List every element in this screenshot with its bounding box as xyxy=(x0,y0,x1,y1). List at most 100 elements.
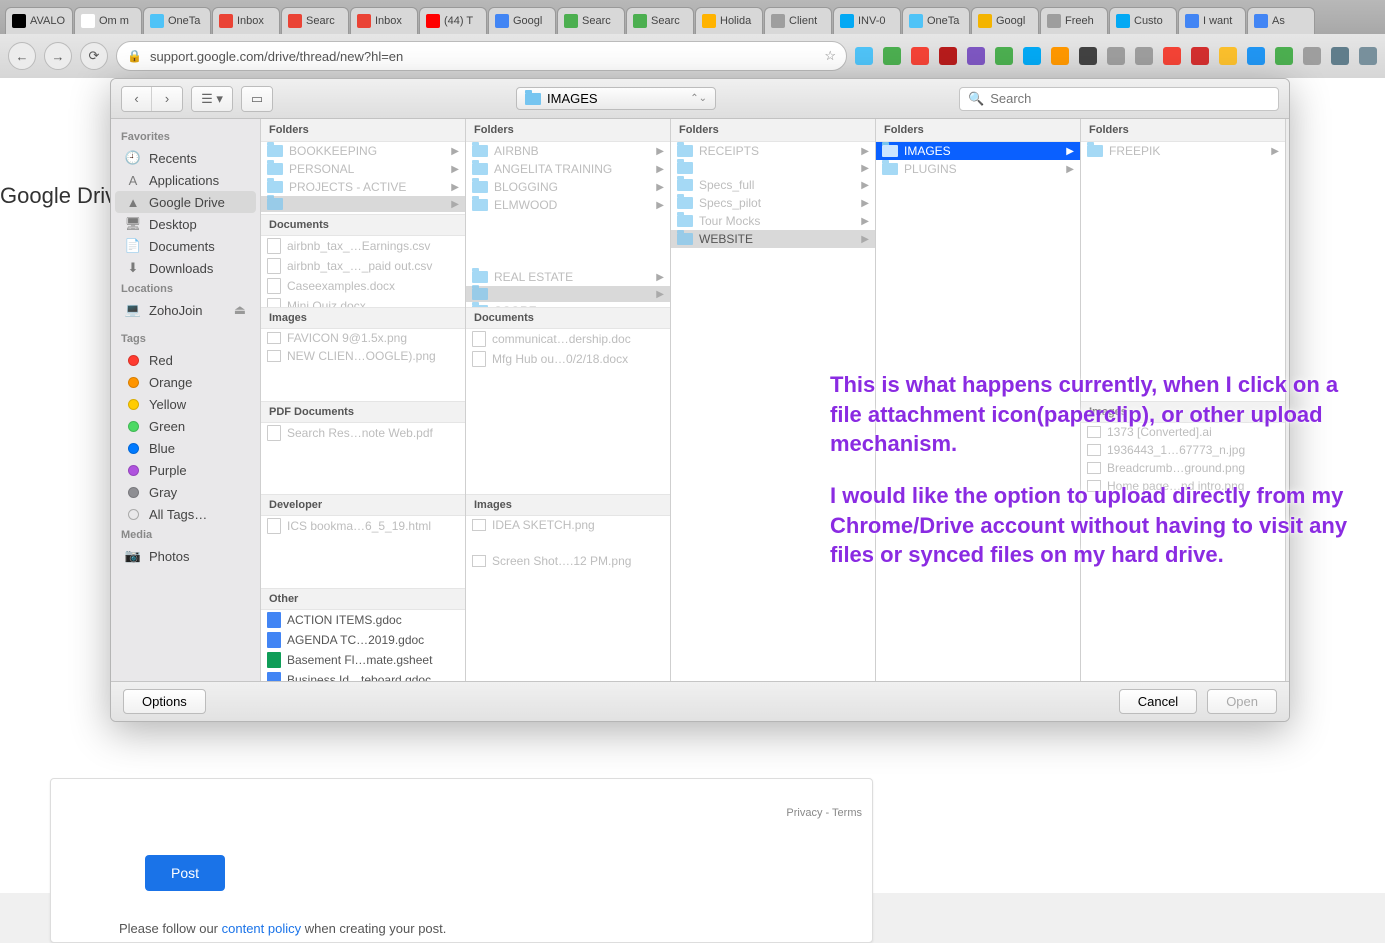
extension-icon[interactable] xyxy=(1275,47,1293,65)
sidebar-item[interactable]: All Tags… xyxy=(115,503,256,525)
list-item[interactable]: airbnb_tax_…Earnings.csv xyxy=(261,236,465,256)
list-item[interactable]: Tour Mocks▶ xyxy=(671,212,875,230)
content-policy-link[interactable]: content policy xyxy=(222,921,302,936)
privacy-terms[interactable]: Privacy - Terms xyxy=(786,807,862,819)
list-item[interactable]: PROJECTS - ACTIVE▶ xyxy=(261,178,465,196)
extension-icon[interactable] xyxy=(967,47,985,65)
browser-tab[interactable]: AVALO xyxy=(5,7,73,34)
search-field[interactable]: 🔍 xyxy=(959,87,1279,111)
list-item[interactable]: Specs_pilot▶ xyxy=(671,194,875,212)
browser-tab[interactable]: Inbox xyxy=(350,7,418,34)
sidebar-item[interactable]: ⬇Downloads xyxy=(115,257,256,279)
list-item[interactable]: Mfg Hub ou…0/2/18.docx xyxy=(466,349,670,369)
sidebar-item[interactable]: Yellow xyxy=(115,393,256,415)
list-item[interactable]: IMAGES▶ xyxy=(876,142,1080,160)
options-button[interactable]: Options xyxy=(123,689,206,714)
browser-tab[interactable]: Holida xyxy=(695,7,763,34)
sidebar-item[interactable]: Orange xyxy=(115,371,256,393)
star-icon[interactable]: ☆ xyxy=(824,48,836,64)
list-item[interactable]: FREEPIK▶ xyxy=(1081,142,1285,160)
extension-icon[interactable] xyxy=(883,47,901,65)
browser-tab[interactable]: Client xyxy=(764,7,832,34)
list-item[interactable]: ▶ xyxy=(261,196,465,212)
extension-icon[interactable] xyxy=(1107,47,1125,65)
browser-tab[interactable]: As xyxy=(1247,7,1315,34)
list-item[interactable]: ANGELITA TRAINING▶ xyxy=(466,160,670,178)
sidebar-item[interactable]: Red xyxy=(115,349,256,371)
url-field[interactable]: 🔒 support.google.com/drive/thread/new?hl… xyxy=(116,41,847,71)
browser-tab[interactable]: Custo xyxy=(1109,7,1177,34)
sidebar-item[interactable]: 📷Photos xyxy=(115,545,256,567)
cancel-button[interactable]: Cancel xyxy=(1119,689,1197,714)
browser-tab[interactable]: OneTa xyxy=(143,7,211,34)
sidebar-item[interactable]: 🕘Recents xyxy=(115,147,256,169)
browser-tab[interactable]: Om m xyxy=(74,7,142,34)
sidebar-item[interactable]: 💻ZohoJoin⏏ xyxy=(115,299,256,321)
list-item[interactable]: Specs_full▶ xyxy=(671,176,875,194)
browser-tab[interactable]: Searc xyxy=(281,7,349,34)
sidebar-item[interactable]: AApplications xyxy=(115,169,256,191)
sidebar-item[interactable]: Gray xyxy=(115,481,256,503)
group-by-button[interactable]: ▭ xyxy=(242,87,272,111)
extension-icon[interactable] xyxy=(1219,47,1237,65)
list-item[interactable]: AGENDA TC…2019.gdoc xyxy=(261,630,465,650)
browser-tab[interactable]: Googl xyxy=(971,7,1039,34)
sidebar-item[interactable]: 📄Documents xyxy=(115,235,256,257)
list-item[interactable]: SCORE▶ xyxy=(466,302,670,307)
list-item[interactable]: BOOKKEEPING▶ xyxy=(261,142,465,160)
list-item[interactable]: Screen Shot….12 PM.png xyxy=(466,552,670,570)
list-item[interactable]: Caseexamples.docx xyxy=(261,276,465,296)
extension-icon[interactable] xyxy=(855,47,873,65)
sidebar-item[interactable]: Blue xyxy=(115,437,256,459)
reload-button[interactable]: ⟳ xyxy=(80,42,108,70)
sidebar-item[interactable]: Green xyxy=(115,415,256,437)
list-item[interactable]: airbnb_tax_…_paid out.csv xyxy=(261,256,465,276)
extension-icon[interactable] xyxy=(1191,47,1209,65)
list-item[interactable]: ELMWOOD▶ xyxy=(466,196,670,214)
extension-icon[interactable] xyxy=(1079,47,1097,65)
forward-button[interactable]: › xyxy=(152,87,182,111)
browser-tab[interactable]: Searc xyxy=(626,7,694,34)
browser-tab[interactable]: Inbox xyxy=(212,7,280,34)
eject-icon[interactable]: ⏏ xyxy=(234,302,246,318)
sidebar-item[interactable]: Purple xyxy=(115,459,256,481)
list-item[interactable]: RECEIPTS▶ xyxy=(671,142,875,160)
list-item[interactable]: PLUGINS▶ xyxy=(876,160,1080,178)
extension-icon[interactable] xyxy=(1023,47,1041,65)
list-item[interactable]: ACTION ITEMS.gdoc xyxy=(261,610,465,630)
list-item[interactable]: ▶ xyxy=(671,160,875,176)
list-item[interactable]: Search Res…note Web.pdf xyxy=(261,423,465,443)
extension-icon[interactable] xyxy=(1303,47,1321,65)
browser-tab[interactable]: Freeh xyxy=(1040,7,1108,34)
extension-icon[interactable] xyxy=(1247,47,1265,65)
browser-tab[interactable]: OneTa xyxy=(902,7,970,34)
list-item[interactable]: REAL ESTATE▶ xyxy=(466,268,670,286)
browser-tab[interactable]: I want xyxy=(1178,7,1246,34)
post-button[interactable]: Post xyxy=(145,855,225,891)
browser-tab[interactable]: INV-0 xyxy=(833,7,901,34)
view-columns-button[interactable]: ☰ ▾ xyxy=(192,87,232,111)
browser-tab[interactable]: Googl xyxy=(488,7,556,34)
sidebar-item[interactable]: 🖥Desktop xyxy=(115,213,256,235)
list-item[interactable]: communicat…dership.doc xyxy=(466,329,670,349)
extension-icon[interactable] xyxy=(1331,47,1349,65)
list-item[interactable]: ▶ xyxy=(466,286,670,302)
extension-icon[interactable] xyxy=(1163,47,1181,65)
list-item[interactable]: WEBSITE▶ xyxy=(671,230,875,248)
extension-icon[interactable] xyxy=(911,47,929,65)
list-item[interactable]: Business Id…teboard.gdoc xyxy=(261,670,465,682)
list-item[interactable]: IDEA SKETCH.png xyxy=(466,516,670,534)
extension-icon[interactable] xyxy=(995,47,1013,65)
extension-icon[interactable] xyxy=(1051,47,1069,65)
list-item[interactable]: NEW CLIEN…OOGLE).png xyxy=(261,347,465,365)
list-item[interactable]: AIRBNB▶ xyxy=(466,142,670,160)
list-item[interactable]: ICS bookma…6_5_19.html xyxy=(261,516,465,536)
back-button[interactable]: ← xyxy=(8,42,36,70)
list-item[interactable]: PERSONAL▶ xyxy=(261,160,465,178)
list-item[interactable]: Mini Quiz.docx xyxy=(261,296,465,308)
extension-icon[interactable] xyxy=(1135,47,1153,65)
list-item[interactable]: Basement Fl…mate.gsheet xyxy=(261,650,465,670)
forward-button[interactable]: → xyxy=(44,42,72,70)
extension-icon[interactable] xyxy=(939,47,957,65)
path-selector[interactable]: IMAGES ⌃⌄ xyxy=(516,87,716,110)
